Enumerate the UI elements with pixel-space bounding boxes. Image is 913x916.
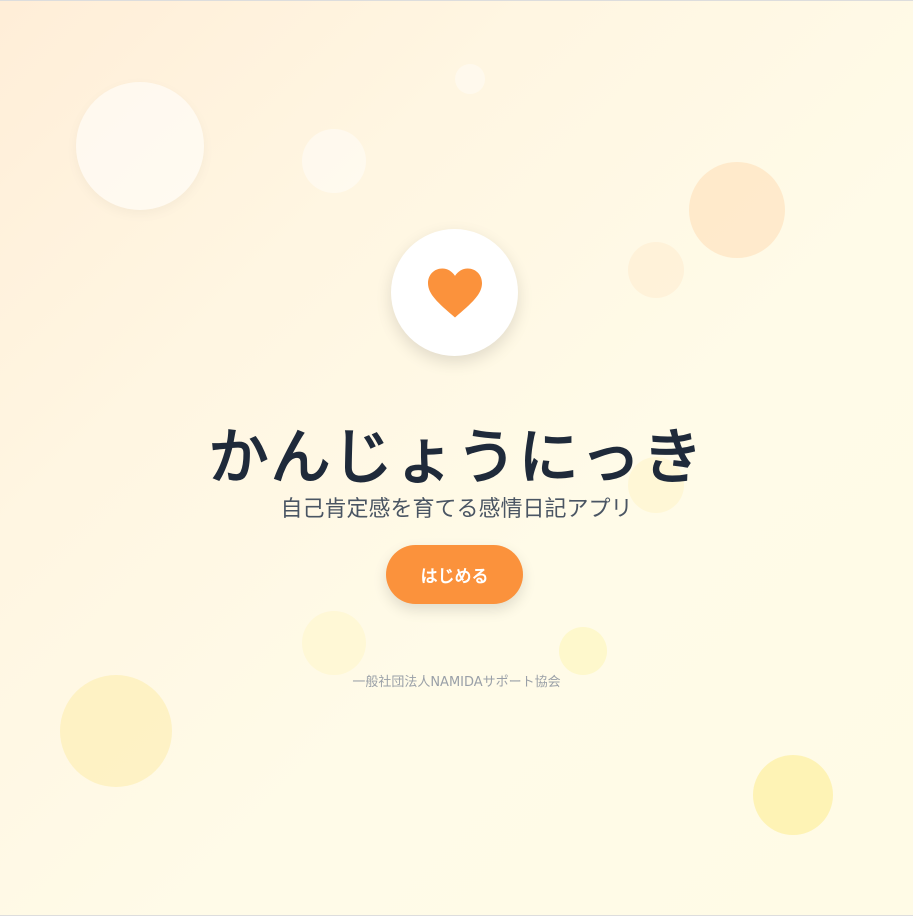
decorative-bubble <box>753 755 833 835</box>
decorative-bubble <box>302 611 366 675</box>
start-button[interactable]: はじめる <box>386 545 523 604</box>
app-subtitle: 自己肯定感を育てる感情日記アプリ <box>280 497 633 522</box>
heart-icon <box>427 267 482 318</box>
decorative-bubble <box>689 162 785 258</box>
decorative-bubble <box>559 627 607 675</box>
decorative-bubble <box>302 129 366 193</box>
decorative-bubble <box>60 675 172 787</box>
decorative-bubble <box>76 82 204 210</box>
organization-name: 一般社団法人NAMIDAサポート協会 <box>352 675 561 690</box>
decorative-bubble <box>455 64 485 94</box>
app-title: かんじょうにっき <box>208 423 705 493</box>
decorative-bubble <box>628 242 684 298</box>
app-logo <box>391 229 518 356</box>
